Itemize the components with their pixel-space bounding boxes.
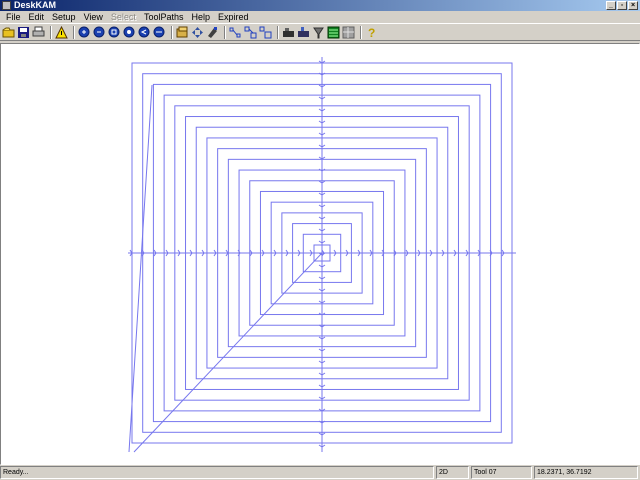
menu-bar: File Edit Setup View Select ToolPaths Help Expi… [0, 11, 640, 23]
maximize-button[interactable]: ▫ [617, 1, 627, 10]
rotate-icon[interactable] [206, 26, 219, 39]
warning-icon[interactable] [55, 25, 68, 39]
window-title: DeskKAM [14, 0, 57, 10]
app-icon[interactable] [2, 1, 11, 10]
move-icon[interactable] [191, 26, 204, 39]
zoom-window-icon[interactable] [108, 26, 121, 39]
machine-icon[interactable] [282, 26, 295, 39]
open-icon[interactable] [2, 26, 15, 39]
unlink-icon[interactable] [259, 26, 272, 39]
zoom-in-icon[interactable] [78, 26, 91, 39]
menu-view[interactable]: View [80, 11, 107, 23]
status-tool: Tool 07 [471, 466, 532, 479]
menu-select: Select [110, 12, 136, 22]
zoom-all-icon[interactable] [153, 26, 166, 39]
drawing-canvas[interactable] [0, 43, 640, 465]
toolbar-separator [171, 25, 173, 39]
menu-edit[interactable]: Edit [25, 11, 49, 23]
help-icon[interactable]: ? [365, 26, 378, 39]
toolbar: ? [0, 23, 640, 41]
menu-toolpaths[interactable]: ToolPaths [140, 11, 188, 23]
cut-icon[interactable] [297, 26, 310, 39]
layers-icon[interactable] [327, 26, 340, 39]
menu-file[interactable]: File [2, 11, 25, 23]
zoom-fit-icon[interactable] [123, 26, 136, 39]
menu-setup[interactable]: Setup [48, 11, 80, 23]
window-controls: _ ▫ × [606, 1, 638, 10]
grid-icon[interactable] [342, 26, 355, 39]
status-mode: 2D [436, 466, 469, 479]
nodes-icon[interactable] [229, 26, 242, 39]
zoom-prev-icon[interactable] [138, 26, 151, 39]
toolpath-drawing [128, 57, 516, 453]
title-bar[interactable]: DeskKAM _ ▫ × [0, 0, 640, 11]
status-message: Ready... [0, 466, 434, 479]
menu-expired[interactable]: Expired [214, 11, 253, 23]
toolbar-separator [73, 25, 75, 39]
menu-help[interactable]: Help [187, 11, 214, 23]
select-icon[interactable] [176, 26, 189, 39]
deskkam-window: DeskKAM _ ▫ × File Edit Setup View Select Too… [0, 0, 640, 480]
zoom-out-icon[interactable] [93, 26, 106, 39]
toolbar-separator [360, 25, 362, 39]
toolbar-separator [50, 25, 52, 39]
status-bar: Ready... 2D Tool 07 18.2371, 36.7192 [0, 466, 640, 480]
status-coordinates: 18.2371, 36.7192 [534, 466, 638, 479]
toolbar-separator [277, 25, 279, 39]
tool-icon[interactable] [312, 26, 325, 39]
minimize-button[interactable]: _ [606, 1, 616, 10]
save-icon[interactable] [17, 26, 30, 39]
link-icon[interactable] [244, 26, 257, 39]
close-button[interactable]: × [628, 1, 638, 10]
print-icon[interactable] [32, 26, 45, 39]
toolbar-separator [224, 25, 226, 39]
svg-text:?: ? [368, 26, 375, 39]
